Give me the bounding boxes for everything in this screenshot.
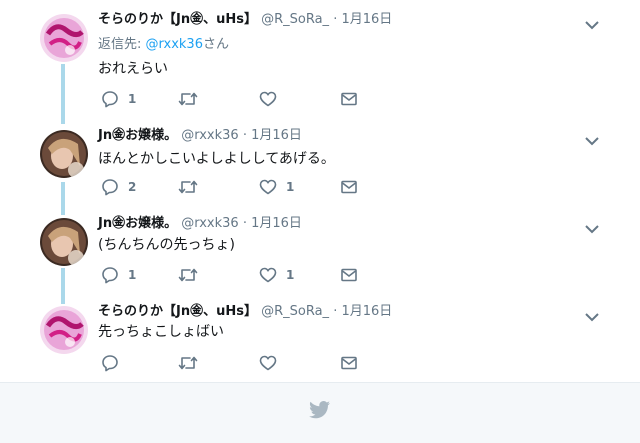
tweet-actions: 2 1 [101,178,361,196]
reply-icon [102,267,118,284]
user-handle[interactable]: @R_SoRa_ [261,12,329,27]
direct-message-button[interactable] [340,178,358,196]
chevron-down-icon[interactable] [584,16,600,30]
chevron-down-icon[interactable] [584,308,600,322]
retweet-icon [178,180,198,194]
reply-mention-link[interactable]: @rxxk36 [146,37,203,52]
retweet-button[interactable] [178,90,207,108]
reply-button[interactable]: 1 [101,266,136,284]
display-name[interactable]: Jn㊎お嬢様。 [98,128,177,143]
timestamp[interactable]: 1月16日 [341,304,392,319]
retweet-icon [178,92,198,106]
reply-prefix: 返信先: [98,37,146,52]
chevron-down-icon[interactable] [584,132,600,146]
direct-message-button[interactable] [340,90,358,108]
like-icon [259,91,277,107]
retweet-button[interactable] [178,178,207,196]
reply-context: 返信先: @rxxk36さん [98,37,229,53]
separator-dot: · [242,128,247,143]
twitter-bird-icon [309,401,331,423]
avatar[interactable] [40,130,88,178]
like-button[interactable]: 1 [259,178,294,196]
direct-message-icon [341,268,357,282]
retweet-button[interactable] [178,354,207,372]
direct-message-icon [341,92,357,106]
direct-message-icon [341,180,357,194]
tweet-text: (ちんちんの先っちょ) [98,237,235,253]
reply-icon [102,179,118,196]
user-handle[interactable]: @rxxk36 [181,216,238,231]
tweet-header: そらのりか【Jn㊎、uHs】 @R_SoRa_ · 1月16日 [98,12,392,28]
reply-count: 1 [128,268,137,282]
reply-button[interactable]: 1 [101,90,136,108]
direct-message-button[interactable] [340,354,358,372]
like-count: 1 [286,180,295,194]
direct-message-button[interactable] [340,266,358,284]
tweet-2[interactable]: Jn㊎お嬢様。 @rxxk36 · 1月16日 ほんとかしこいよしよししてあげる… [0,120,640,208]
tweet-actions [101,354,361,372]
retweet-icon [178,356,198,370]
like-icon [259,355,277,371]
reply-suffix: さん [202,37,229,52]
tweet-header: Jn㊎お嬢様。 @rxxk36 · 1月16日 [98,128,302,144]
tweet-text: おれえらい [98,61,168,77]
retweet-button[interactable] [178,266,207,284]
like-button[interactable] [259,354,286,372]
separator-dot: · [333,304,338,319]
tweet-actions: 1 1 [101,266,361,284]
separator-dot: · [242,216,247,231]
tweet-header: Jn㊎お嬢様。 @rxxk36 · 1月16日 [98,216,302,232]
like-icon [259,267,277,283]
tweet-text: ほんとかしこいよしよししてあげる。 [98,151,335,167]
timestamp[interactable]: 1月16日 [251,128,302,143]
display-name[interactable]: そらのりか【Jn㊎、uHs】 [98,304,257,319]
like-button[interactable] [259,90,286,108]
reply-icon [102,91,118,108]
timeline-footer [0,382,640,443]
tweet-3[interactable]: Jn㊎お嬢様。 @rxxk36 · 1月16日 (ちんちんの先っちょ) 1 1 [0,208,640,298]
avatar[interactable] [40,14,88,62]
chevron-down-icon[interactable] [584,220,600,234]
avatar[interactable] [40,218,88,266]
retweet-icon [178,268,198,282]
reply-count: 1 [128,92,137,106]
like-count: 1 [286,268,295,282]
tweet-header: そらのりか【Jn㊎、uHs】 @R_SoRa_ · 1月16日 [98,304,392,320]
tweet-actions: 1 [101,90,361,108]
tweet-4[interactable]: そらのりか【Jn㊎、uHs】 @R_SoRa_ · 1月16日 先っちょこしょば… [0,298,640,382]
user-handle[interactable]: @rxxk36 [181,128,238,143]
reply-count: 2 [128,180,137,194]
like-icon [259,179,277,195]
tweet-1[interactable]: そらのりか【Jn㊎、uHs】 @R_SoRa_ · 1月16日 返信先: @rx… [0,0,640,120]
separator-dot: · [333,12,338,27]
timestamp[interactable]: 1月16日 [341,12,392,27]
tweet-text: 先っちょこしょばい [98,324,224,340]
timestamp[interactable]: 1月16日 [251,216,302,231]
direct-message-icon [341,356,357,370]
display-name[interactable]: Jn㊎お嬢様。 [98,216,177,231]
user-handle[interactable]: @R_SoRa_ [261,304,329,319]
like-button[interactable]: 1 [259,266,294,284]
reply-button[interactable]: 2 [101,178,136,196]
reply-icon [102,355,118,372]
avatar[interactable] [40,306,88,354]
reply-button[interactable] [101,354,128,372]
display-name[interactable]: そらのりか【Jn㊎、uHs】 [98,12,257,27]
